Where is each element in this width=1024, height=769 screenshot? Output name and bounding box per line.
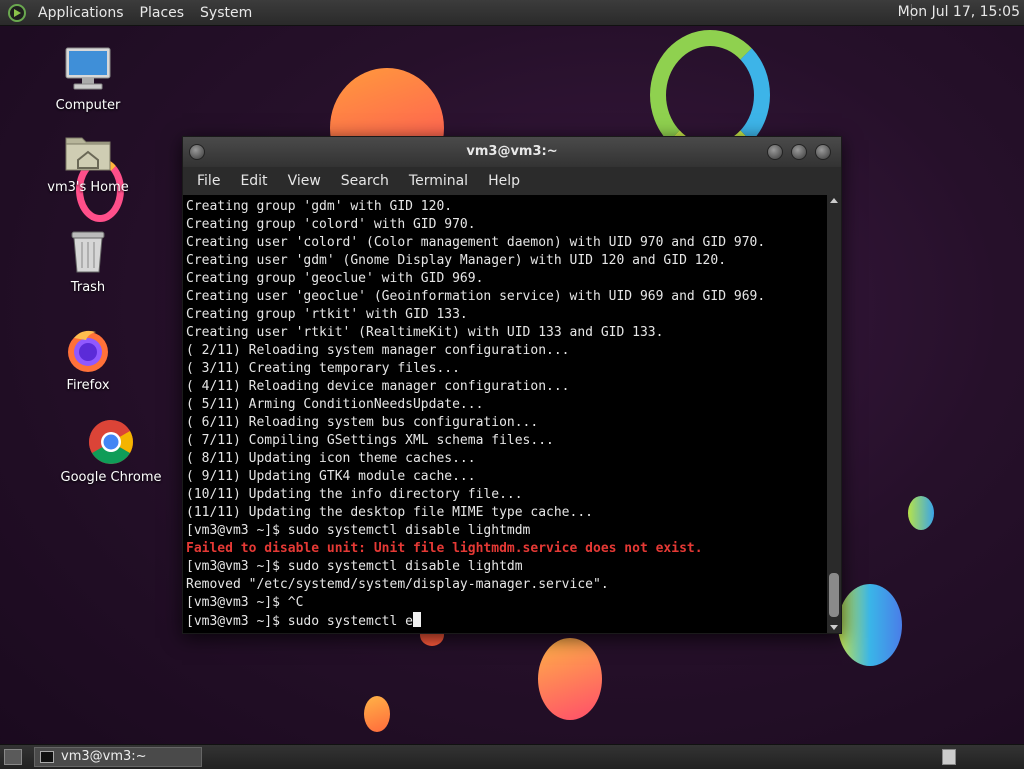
scroll-down-arrow-icon[interactable] xyxy=(830,625,838,630)
wallpaper-blob-blue xyxy=(908,496,934,530)
terminal-cursor xyxy=(412,612,421,627)
window-menu-icon[interactable] xyxy=(189,144,205,160)
terminal-menubar: File Edit View Search Terminal Help xyxy=(183,167,841,195)
terminal-line: [vm3@vm3 ~]$ ^C xyxy=(186,595,304,610)
terminal-prompt-text: [vm3@vm3 ~]$ sudo systemctl e xyxy=(186,614,413,629)
desktop-icon-trash[interactable]: Trash xyxy=(38,228,138,295)
terminal-line: (11/11) Updating the desktop file MIME t… xyxy=(186,505,593,520)
terminal-line: Creating user 'colord' (Color management… xyxy=(186,235,766,250)
desktop-icon-label: vm3's Home xyxy=(47,180,129,195)
places-menu[interactable]: Places xyxy=(132,5,193,21)
desktop-icon-label: Computer xyxy=(55,98,121,113)
menu-logo-icon[interactable] xyxy=(8,3,26,22)
workspace-switcher[interactable] xyxy=(942,749,956,765)
chrome-icon xyxy=(87,418,135,466)
desktop-icon-chrome[interactable]: Google Chrome xyxy=(60,418,162,485)
desktop-icon-label: Google Chrome xyxy=(60,470,162,485)
maximize-icon[interactable] xyxy=(791,144,807,160)
terminal-error-line: Failed to disable unit: Unit file lightm… xyxy=(186,541,703,556)
menu-edit[interactable]: Edit xyxy=(230,173,277,189)
system-menu[interactable]: System xyxy=(192,5,260,21)
terminal-line: ( 8/11) Updating icon theme caches... xyxy=(186,451,476,466)
applications-menu[interactable]: Applications xyxy=(30,5,132,21)
terminal-line: [vm3@vm3 ~]$ sudo systemctl disable ligh… xyxy=(186,523,531,538)
window-titlebar[interactable]: vm3@vm3:~ xyxy=(183,137,841,167)
terminal-line: [vm3@vm3 ~]$ sudo systemctl disable ligh… xyxy=(186,559,523,574)
terminal-line: ( 4/11) Reloading device manager configu… xyxy=(186,379,570,394)
terminal-line: Creating group 'rtkit' with GID 133. xyxy=(186,307,468,322)
terminal-line: ( 7/11) Compiling GSettings XML schema f… xyxy=(186,433,554,448)
menu-view[interactable]: View xyxy=(278,173,331,189)
terminal-line: ( 3/11) Creating temporary files... xyxy=(186,361,460,376)
wallpaper-blob-orange-small xyxy=(538,638,602,720)
computer-icon xyxy=(64,46,112,94)
terminal-line: ( 9/11) Updating GTK4 module cache... xyxy=(186,469,476,484)
scroll-thumb[interactable] xyxy=(829,573,839,617)
taskbar-item-terminal[interactable]: vm3@vm3:~ xyxy=(34,747,202,767)
close-icon[interactable] xyxy=(815,144,831,160)
top-panel: Applications Places System Mon Jul 17, 1… xyxy=(0,0,1024,26)
terminal-line: Creating user 'gdm' (Gnome Display Manag… xyxy=(186,253,727,268)
desktop-icon-computer[interactable]: Computer xyxy=(38,46,138,113)
menu-help[interactable]: Help xyxy=(478,173,530,189)
terminal-line: ( 6/11) Reloading system bus configurati… xyxy=(186,415,539,430)
terminal-line: Removed "/etc/systemd/system/display-man… xyxy=(186,577,609,592)
terminal-line: ( 2/11) Reloading system manager configu… xyxy=(186,343,570,358)
scroll-up-arrow-icon[interactable] xyxy=(830,198,838,203)
home-folder-icon xyxy=(64,128,112,176)
wallpaper-blob-orange-tiny xyxy=(364,696,390,732)
menu-terminal[interactable]: Terminal xyxy=(399,173,478,189)
desktop-icon-label: Trash xyxy=(70,280,106,295)
terminal-line: Creating group 'gdm' with GID 120. xyxy=(186,199,453,214)
window-title: vm3@vm3:~ xyxy=(466,144,558,159)
terminal-line: (10/11) Updating the info directory file… xyxy=(186,487,523,502)
terminal-scrollbar[interactable] xyxy=(827,195,841,633)
terminal-line: Creating group 'colord' with GID 970. xyxy=(186,217,476,232)
desktop-icon-label: Firefox xyxy=(66,378,110,393)
terminal-output[interactable]: Creating group 'gdm' with GID 120. Creati… xyxy=(183,195,827,633)
terminal-line: Creating group 'geoclue' with GID 969. xyxy=(186,271,484,286)
show-desktop-icon[interactable] xyxy=(4,749,22,765)
terminal-line: ( 5/11) Arming ConditionNeedsUpdate... xyxy=(186,397,484,412)
minimize-icon[interactable] xyxy=(767,144,783,160)
terminal-line: Creating user 'geoclue' (Geoinformation … xyxy=(186,289,766,304)
desktop-icon-home[interactable]: vm3's Home xyxy=(38,128,138,195)
wallpaper-blob-bluegreen xyxy=(838,584,902,666)
terminal-window[interactable]: vm3@vm3:~ File Edit View Search Terminal… xyxy=(182,136,842,634)
menu-search[interactable]: Search xyxy=(331,173,399,189)
bottom-panel: vm3@vm3:~ xyxy=(0,744,1024,769)
terminal-prompt-line[interactable]: [vm3@vm3 ~]$ sudo systemctl e xyxy=(186,612,827,631)
terminal-line: Creating user 'rtkit' (RealtimeKit) with… xyxy=(186,325,664,340)
firefox-icon xyxy=(64,326,112,374)
menu-file[interactable]: File xyxy=(187,173,230,189)
taskbar-item-label: vm3@vm3:~ xyxy=(61,749,147,764)
clock[interactable]: Mon Jul 17, 15:05 xyxy=(898,4,1020,20)
trash-icon xyxy=(64,228,112,276)
terminal-icon xyxy=(40,751,54,763)
desktop-icon-firefox[interactable]: Firefox xyxy=(38,326,138,393)
